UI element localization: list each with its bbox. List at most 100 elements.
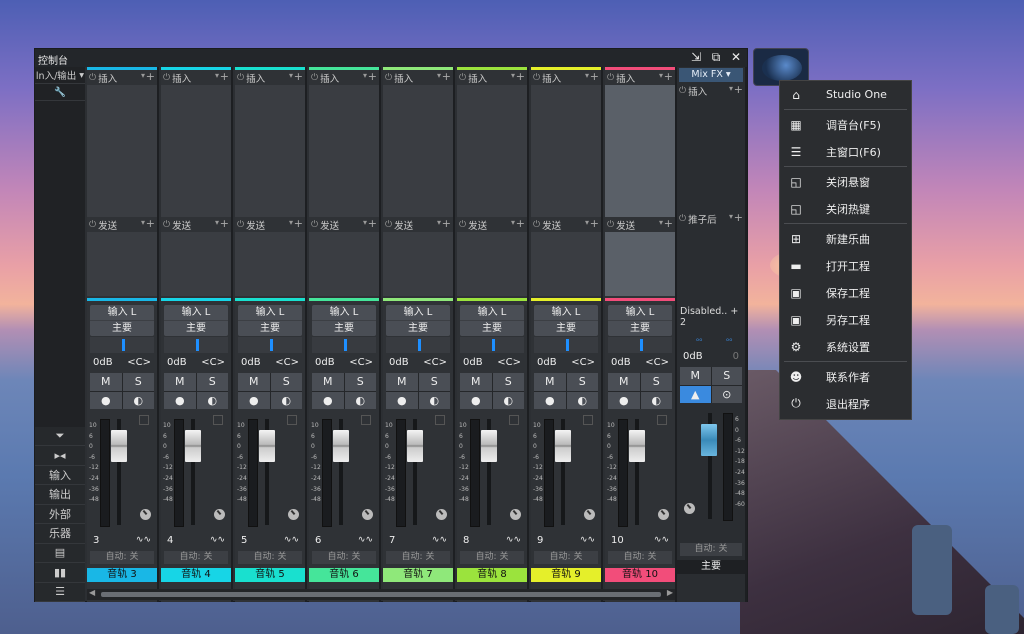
plus-icon[interactable]: +	[590, 70, 599, 83]
dropdown-icon[interactable]: ▾	[511, 218, 515, 227]
insert-slot-area[interactable]	[531, 85, 601, 217]
dropdown-icon[interactable]: ▾	[659, 71, 663, 80]
insert-head[interactable]: ⏻ 插入 ▾ +	[605, 70, 675, 85]
send-slot-area[interactable]	[457, 232, 527, 296]
io-selector[interactable]: 输入 L 主要	[90, 305, 154, 336]
power-icon[interactable]: ⏻	[533, 73, 540, 83]
power-icon[interactable]: ⏻	[311, 73, 318, 83]
automation-button[interactable]: 自动: 关	[312, 551, 376, 564]
record-icon[interactable]: ●	[460, 391, 492, 409]
mute-button[interactable]: M	[90, 373, 122, 391]
plus-icon[interactable]: +	[220, 70, 229, 83]
menu-item-close-hotkey[interactable]: ◱ 关闭热键	[780, 195, 911, 222]
insert-slot-area[interactable]	[235, 85, 305, 217]
pan-value[interactable]: <C>	[201, 357, 225, 368]
plus-icon[interactable]: +	[220, 217, 229, 230]
pan-value[interactable]: <C>	[127, 357, 151, 368]
waveform-icon[interactable]: ∿∿	[654, 535, 669, 545]
plus-icon[interactable]: +	[590, 217, 599, 230]
automation-button[interactable]: 自动: 关	[386, 551, 450, 564]
solo-button[interactable]: S	[196, 373, 228, 391]
fader-cap[interactable]	[111, 430, 127, 462]
menu-item-app[interactable]: ⌂ Studio One	[780, 81, 911, 108]
output-label[interactable]: 主要	[534, 321, 598, 336]
insert-head[interactable]: ⏻ 插入 ▾ +	[309, 70, 379, 85]
plus-icon[interactable]: +	[146, 70, 155, 83]
mute-button[interactable]: M	[312, 373, 344, 391]
expand-icon[interactable]	[657, 415, 667, 425]
insert-head[interactable]: ⏻ 插入 ▾ +	[235, 70, 305, 85]
automation-button[interactable]: 自动: 关	[164, 551, 228, 564]
volume-value[interactable]: 0dB	[537, 357, 557, 368]
dropdown-icon[interactable]: ▾	[511, 71, 515, 80]
monitor-icon[interactable]: ◐	[122, 391, 154, 409]
scroll-right-icon[interactable]: ▶	[667, 588, 673, 597]
plus-icon[interactable]: +	[146, 217, 155, 230]
menu-item-settings[interactable]: ⚙ 系统设置	[780, 333, 911, 360]
pan-value[interactable]: <C>	[349, 357, 373, 368]
horizontal-scrollbar[interactable]: ◀ ▶	[87, 588, 675, 600]
monitor-icon[interactable]: ◐	[566, 391, 598, 409]
fx-send-head[interactable]: ⏻ 推子后 ▾ +	[677, 211, 745, 226]
plus-icon[interactable]: +	[294, 217, 303, 230]
record-icon[interactable]: ●	[90, 391, 122, 409]
output-label[interactable]: 主要	[460, 321, 524, 336]
waveform-icon[interactable]: ∿∿	[432, 535, 447, 545]
solo-button[interactable]: S	[270, 373, 302, 391]
send-head[interactable]: ⏻ 发送 ▾ +	[383, 217, 453, 232]
dropdown-icon[interactable]: ▾	[363, 218, 367, 227]
fader-cap[interactable]	[481, 430, 497, 462]
fx-automation[interactable]: 自动: 关	[680, 543, 742, 556]
dropdown-icon[interactable]: ▾	[215, 71, 219, 80]
output-label[interactable]: 主要	[386, 321, 450, 336]
insert-slot-area[interactable]	[161, 85, 231, 217]
insert-slot-area[interactable]	[309, 85, 379, 217]
fx-insert-area[interactable]	[677, 98, 745, 211]
pan-slider[interactable]	[386, 337, 450, 353]
plus-icon[interactable]: +	[294, 70, 303, 83]
dropdown-icon[interactable]: ▾	[141, 71, 145, 80]
power-icon[interactable]: ⏻	[679, 86, 686, 96]
trim-knob[interactable]	[584, 509, 595, 520]
pan-slider[interactable]	[90, 337, 154, 353]
insert-head[interactable]: ⏻ 插入 ▾ +	[531, 70, 601, 85]
volume-value[interactable]: 0dB	[167, 357, 187, 368]
power-icon[interactable]: ⏻	[385, 73, 392, 83]
channel-name[interactable]: 音轨 6	[309, 568, 379, 582]
input-label[interactable]: 输入 L	[312, 305, 376, 321]
dropdown-icon[interactable]: ▾	[729, 84, 733, 93]
waveform-icon[interactable]: ∿∿	[210, 535, 225, 545]
volume-value[interactable]: 0dB	[241, 357, 261, 368]
restore-icon[interactable]: ⇲	[689, 50, 703, 64]
mute-button[interactable]: M	[238, 373, 270, 391]
dropdown-icon[interactable]: ▾	[289, 218, 293, 227]
power-icon[interactable]: ⏻	[237, 220, 244, 230]
menu-item-mixer[interactable]: ▦ 调音台(F5)	[780, 111, 911, 138]
send-slot-area[interactable]	[235, 232, 305, 296]
automation-button[interactable]: 自动: 关	[460, 551, 524, 564]
volume-value[interactable]: 0dB	[93, 357, 113, 368]
trim-knob[interactable]	[288, 509, 299, 520]
external-button[interactable]: 外部	[35, 504, 85, 524]
expand-icon[interactable]	[361, 415, 371, 425]
dropdown-icon[interactable]: ▾	[141, 218, 145, 227]
io-selector[interactable]: 输入 L 主要	[164, 305, 228, 336]
insert-head[interactable]: ⏻ 插入 ▾ +	[161, 70, 231, 85]
send-head[interactable]: ⏻ 发送 ▾ +	[161, 217, 231, 232]
insert-slot-area[interactable]	[383, 85, 453, 217]
pan-slider[interactable]	[164, 337, 228, 353]
mute-button[interactable]: M	[164, 373, 196, 391]
power-icon[interactable]: ⏻	[237, 73, 244, 83]
menu-item-main-window[interactable]: ☰ 主窗口(F6)	[780, 138, 911, 165]
volume-value[interactable]: 0dB	[389, 357, 409, 368]
trim-knob[interactable]	[140, 509, 151, 520]
banks-icon[interactable]: ▤	[35, 543, 85, 563]
monitor-icon[interactable]: ◐	[640, 391, 672, 409]
io-selector[interactable]: 输入 L 主要	[238, 305, 302, 336]
plus-icon[interactable]: +	[368, 70, 377, 83]
io-selector[interactable]: 输入 L 主要	[386, 305, 450, 336]
fx-channel-name[interactable]: 主要	[677, 560, 745, 574]
fx-io[interactable]: Disabled.. + 2	[680, 299, 742, 330]
wrench-icon[interactable]: 🔧	[35, 84, 85, 101]
insert-head[interactable]: ⏻ 插入 ▾ +	[87, 70, 157, 85]
